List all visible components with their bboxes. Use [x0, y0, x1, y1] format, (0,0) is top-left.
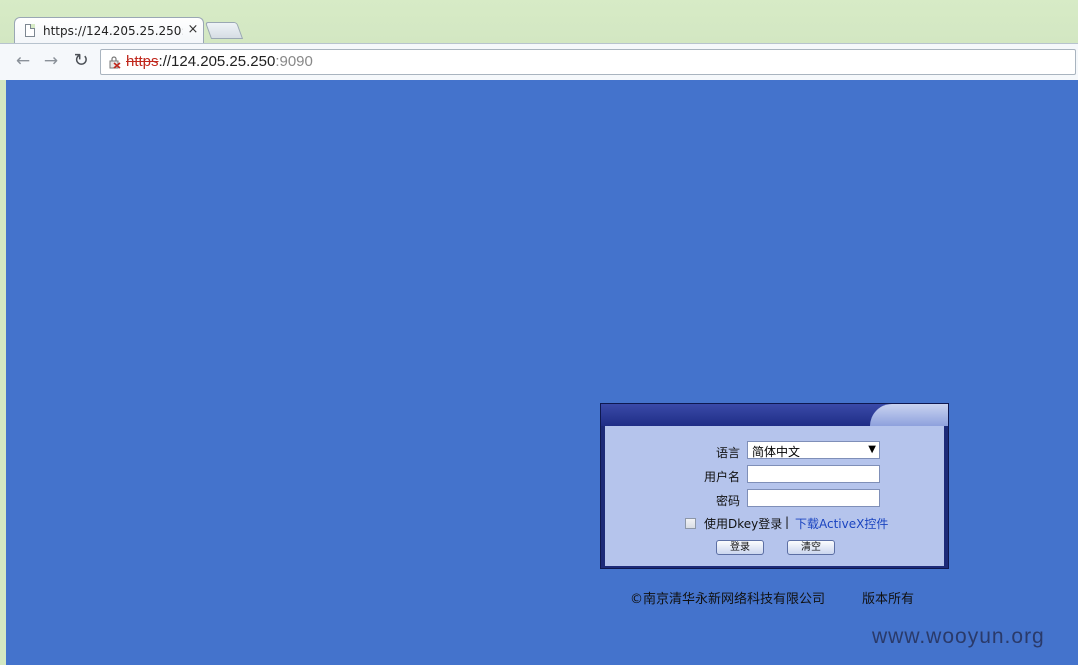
download-activex-link[interactable]: 下载ActiveX控件	[795, 515, 888, 532]
page-viewport: 语言 简体中文 ▼ 用户名 密码 使用Dkey登录 | 下载ActiveX控件 …	[6, 80, 1078, 665]
password-input[interactable]	[747, 489, 880, 507]
dkey-checkbox[interactable]	[685, 518, 696, 529]
watermark-text: www.wooyun.org	[872, 625, 1045, 648]
username-label: 用户名	[703, 470, 740, 484]
url-text: https://124.205.25.250:9090	[126, 53, 313, 70]
dkey-label: 使用Dkey登录	[704, 517, 783, 531]
rights-text: 版本所有	[862, 592, 915, 607]
copyright-text: ©南京清华永新网络科技有限公司	[630, 592, 826, 607]
link-separator: |	[785, 515, 790, 529]
clear-button[interactable]: 清空	[787, 540, 835, 555]
url-port: :9090	[275, 53, 313, 70]
page-icon	[25, 24, 35, 37]
login-panel: 语言 简体中文 ▼ 用户名 密码 使用Dkey登录 | 下载ActiveX控件 …	[600, 403, 949, 569]
password-label: 密码	[715, 494, 740, 508]
address-bar[interactable]: https://124.205.25.250:9090	[100, 49, 1076, 75]
forward-arrow-icon[interactable]: →	[40, 50, 62, 72]
language-select-value: 简体中文	[752, 445, 801, 459]
browser-tab[interactable]: https://124.205.25.250:9 ×	[14, 17, 204, 44]
login-panel-header	[601, 404, 948, 426]
back-arrow-icon[interactable]: ←	[12, 50, 34, 72]
login-panel-body: 语言 简体中文 ▼ 用户名 密码 使用Dkey登录 | 下载ActiveX控件 …	[605, 426, 944, 566]
chevron-down-icon: ▼	[868, 444, 876, 455]
broken-lock-icon	[109, 56, 121, 69]
username-input[interactable]	[747, 465, 880, 483]
url-scheme: https	[126, 53, 159, 70]
browser-window-frame: https://124.205.25.250:9 × ← → ↻ https:/…	[0, 0, 1078, 80]
language-label: 语言	[715, 446, 740, 460]
language-select[interactable]: 简体中文 ▼	[747, 441, 880, 459]
close-icon[interactable]: ×	[186, 22, 200, 38]
panel-header-decoration	[870, 404, 948, 426]
tab-title: https://124.205.25.250:9	[43, 24, 183, 38]
reload-icon[interactable]: ↻	[70, 50, 92, 72]
browser-toolbar: ← → ↻ https://124.205.25.250:9090	[0, 43, 1078, 80]
new-tab-button[interactable]	[204, 22, 244, 39]
login-button[interactable]: 登录	[716, 540, 764, 555]
url-host: ://124.205.25.250	[158, 53, 276, 70]
